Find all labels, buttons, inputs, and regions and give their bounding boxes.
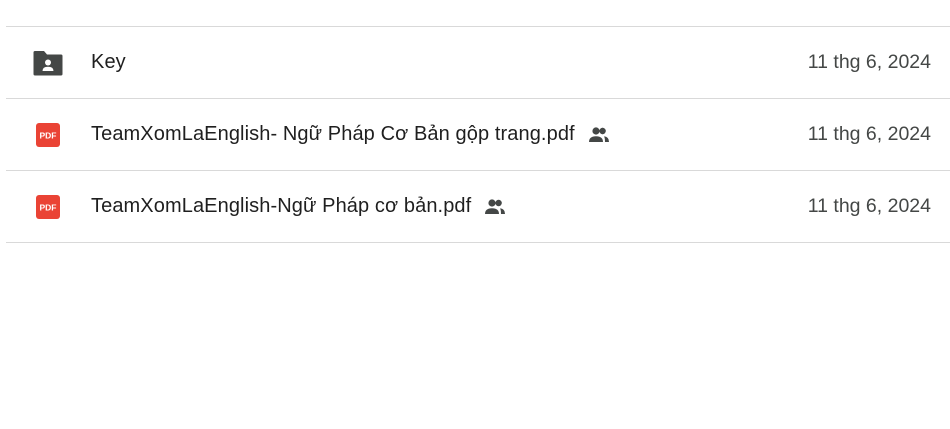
svg-text:PDF: PDF	[40, 130, 57, 140]
file-name[interactable]: Key	[91, 51, 126, 74]
file-name-wrap: TeamXomLaEnglish-Ngữ Pháp cơ bản.pdf	[91, 171, 507, 242]
shared-people-icon	[587, 123, 611, 147]
shared-people-icon	[483, 195, 507, 219]
file-date: 11 thg 6, 2024	[807, 195, 931, 217]
file-name-wrap: Key	[91, 27, 126, 98]
file-name[interactable]: TeamXomLaEnglish-Ngữ Pháp cơ bản.pdf	[91, 195, 471, 218]
shared-folder-icon	[32, 47, 64, 79]
file-date: 11 thg 6, 2024	[807, 51, 931, 73]
svg-text:PDF: PDF	[40, 202, 57, 212]
file-list: Key 11 thg 6, 2024 PDF TeamXomLaEnglish-…	[6, 26, 950, 243]
pdf-icon: PDF	[32, 119, 64, 151]
file-row-pdf[interactable]: PDF TeamXomLaEnglish- Ngữ Pháp Cơ Bản gộ…	[6, 99, 950, 171]
file-row-key-folder[interactable]: Key 11 thg 6, 2024	[6, 27, 950, 99]
file-date: 11 thg 6, 2024	[807, 123, 931, 145]
file-name[interactable]: TeamXomLaEnglish- Ngữ Pháp Cơ Bản gộp tr…	[91, 123, 575, 146]
file-name-wrap: TeamXomLaEnglish- Ngữ Pháp Cơ Bản gộp tr…	[91, 99, 611, 170]
pdf-icon: PDF	[32, 191, 64, 223]
file-row-pdf[interactable]: PDF TeamXomLaEnglish-Ngữ Pháp cơ bản.pdf…	[6, 171, 950, 243]
